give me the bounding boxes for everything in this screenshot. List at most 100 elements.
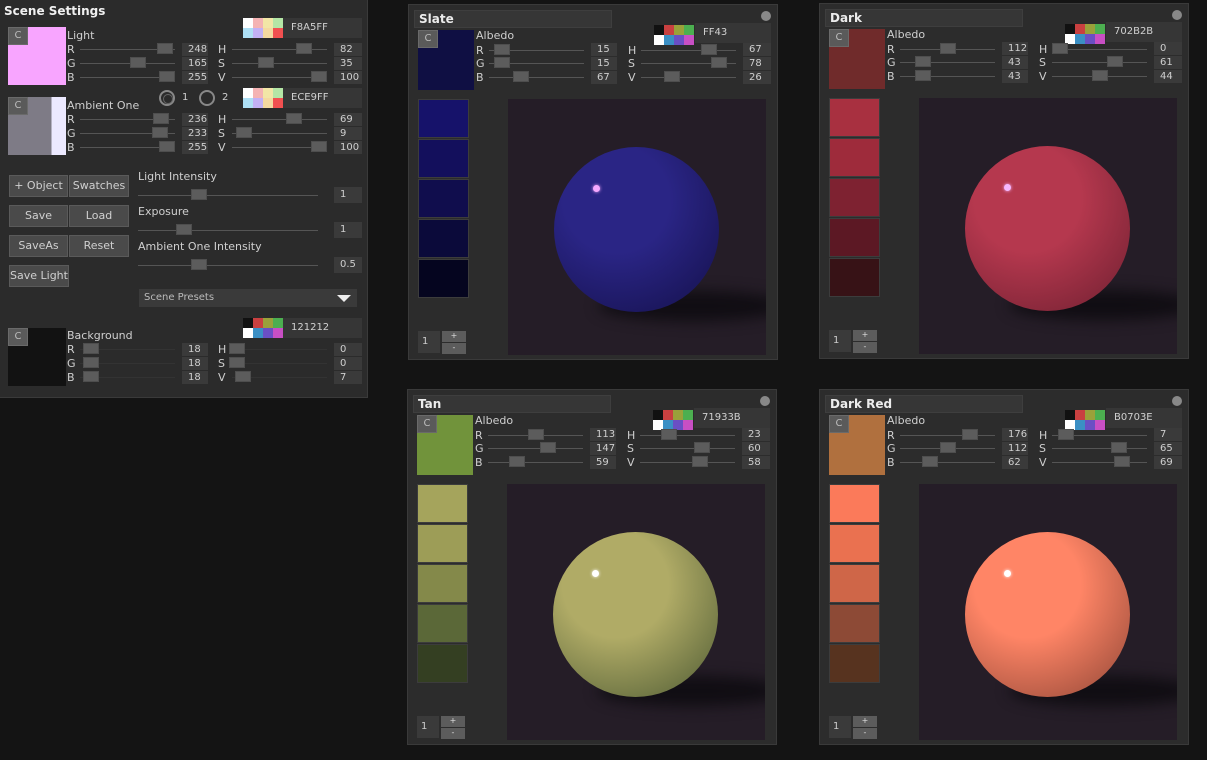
- albedo-h-slider[interactable]: [640, 435, 735, 436]
- albedo-palette-icon[interactable]: [654, 25, 694, 45]
- material-preview-viewport[interactable]: [919, 98, 1177, 354]
- ambient-h-value[interactable]: 69: [334, 113, 362, 126]
- ambient-b-value[interactable]: 255: [182, 141, 208, 154]
- add-object-button[interactable]: + Object: [9, 175, 68, 197]
- albedo-b-value[interactable]: 59: [590, 456, 616, 469]
- light-position-handle[interactable]: [1004, 570, 1011, 577]
- albedo-g-thumb[interactable]: [494, 57, 510, 68]
- ambient-color-swatch[interactable]: C: [8, 97, 66, 155]
- background-s-slider[interactable]: [232, 363, 327, 364]
- light-b-thumb[interactable]: [159, 71, 175, 82]
- shade-swatch[interactable]: [417, 604, 468, 643]
- albedo-s-value[interactable]: 78: [743, 57, 771, 70]
- albedo-copy-button[interactable]: C: [418, 30, 438, 48]
- ambient-v-thumb[interactable]: [311, 141, 327, 152]
- light-b-value[interactable]: 255: [182, 71, 208, 84]
- light-position-handle[interactable]: [592, 570, 599, 577]
- albedo-s-thumb[interactable]: [711, 57, 727, 68]
- albedo-b-thumb[interactable]: [915, 70, 931, 81]
- albedo-g-thumb[interactable]: [540, 442, 556, 453]
- shade-swatch[interactable]: [418, 99, 469, 138]
- albedo-s-value[interactable]: 61: [1154, 56, 1182, 69]
- albedo-r-thumb[interactable]: [962, 429, 978, 440]
- shade-swatch[interactable]: [829, 138, 880, 177]
- albedo-v-value[interactable]: 44: [1154, 70, 1182, 83]
- ambient-radio-2[interactable]: [199, 90, 215, 106]
- shade-swatch[interactable]: [417, 564, 468, 603]
- shade-swatch[interactable]: [417, 524, 468, 563]
- albedo-h-thumb[interactable]: [701, 44, 717, 55]
- albedo-b-thumb[interactable]: [922, 456, 938, 467]
- instance-count-field[interactable]: 1: [829, 716, 851, 738]
- albedo-g-thumb[interactable]: [940, 442, 956, 453]
- albedo-v-value[interactable]: 69: [1154, 456, 1182, 469]
- albedo-hex-field[interactable]: 702B2B: [1106, 22, 1182, 42]
- albedo-s-thumb[interactable]: [694, 442, 710, 453]
- light-position-handle[interactable]: [593, 185, 600, 192]
- light-hex-field[interactable]: F8A5FF: [283, 18, 362, 38]
- shade-swatch[interactable]: [417, 484, 468, 523]
- albedo-r-value[interactable]: 15: [591, 43, 617, 56]
- albedo-h-value[interactable]: 67: [743, 43, 771, 56]
- albedo-copy-button[interactable]: C: [829, 415, 849, 433]
- light-s-value[interactable]: 35: [334, 57, 362, 70]
- light-color-swatch[interactable]: C: [8, 27, 66, 85]
- albedo-palette-icon[interactable]: [1065, 410, 1105, 430]
- albedo-palette-icon[interactable]: [1065, 24, 1105, 44]
- instance-count-field[interactable]: 1: [829, 330, 851, 352]
- exposure-thumb[interactable]: [176, 224, 192, 235]
- ambient-palette-icon[interactable]: [243, 88, 283, 108]
- albedo-palette-icon[interactable]: [653, 410, 693, 430]
- increment-button[interactable]: +: [441, 716, 465, 727]
- albedo-color-swatch[interactable]: C: [829, 29, 885, 89]
- increment-button[interactable]: +: [853, 330, 877, 341]
- material-preview-viewport[interactable]: [508, 99, 766, 355]
- albedo-v-thumb[interactable]: [1092, 70, 1108, 81]
- light-h-value[interactable]: 82: [334, 43, 362, 56]
- decrement-button[interactable]: -: [853, 342, 877, 353]
- albedo-hex-field[interactable]: FF43: [695, 23, 771, 43]
- ambient-b-thumb[interactable]: [159, 141, 175, 152]
- shade-swatch[interactable]: [829, 258, 880, 297]
- light-s-thumb[interactable]: [258, 57, 274, 68]
- save-button[interactable]: Save: [9, 205, 68, 227]
- material-toggle-dot[interactable]: [1172, 10, 1182, 20]
- albedo-b-thumb[interactable]: [513, 71, 529, 82]
- material-toggle-dot[interactable]: [760, 396, 770, 406]
- ambient-g-value[interactable]: 233: [182, 127, 208, 140]
- light-intensity-thumb[interactable]: [191, 189, 207, 200]
- swatches-button[interactable]: Swatches: [69, 175, 129, 197]
- albedo-v-value[interactable]: 58: [742, 456, 770, 469]
- ambient-r-value[interactable]: 236: [182, 113, 208, 126]
- albedo-color-swatch[interactable]: C: [418, 30, 474, 90]
- albedo-h-thumb[interactable]: [1058, 429, 1074, 440]
- shade-swatch[interactable]: [829, 604, 880, 643]
- shade-swatch[interactable]: [829, 98, 880, 137]
- material-name[interactable]: Tan: [413, 395, 611, 413]
- save-as-button[interactable]: SaveAs: [9, 235, 68, 257]
- material-toggle-dot[interactable]: [1172, 396, 1182, 406]
- background-s-thumb[interactable]: [229, 357, 245, 368]
- albedo-h-value[interactable]: 7: [1154, 428, 1182, 441]
- albedo-v-slider[interactable]: [1052, 462, 1147, 463]
- ambient-s-thumb[interactable]: [236, 127, 252, 138]
- decrement-button[interactable]: -: [853, 728, 877, 739]
- decrement-button[interactable]: -: [441, 728, 465, 739]
- albedo-b-thumb[interactable]: [509, 456, 525, 467]
- albedo-s-slider[interactable]: [1052, 62, 1147, 63]
- albedo-color-swatch[interactable]: C: [417, 415, 473, 475]
- scene-presets-dropdown[interactable]: Scene Presets: [139, 289, 357, 307]
- light-intensity-value[interactable]: 1: [334, 187, 362, 203]
- albedo-h-thumb[interactable]: [1052, 43, 1068, 54]
- background-h-value[interactable]: 0: [334, 343, 362, 356]
- reset-button[interactable]: Reset: [69, 235, 129, 257]
- background-v-value[interactable]: 7: [334, 371, 362, 384]
- albedo-h-thumb[interactable]: [661, 429, 677, 440]
- albedo-s-thumb[interactable]: [1107, 56, 1123, 67]
- albedo-g-thumb[interactable]: [915, 56, 931, 67]
- albedo-g-value[interactable]: 43: [1002, 56, 1028, 69]
- albedo-v-slider[interactable]: [640, 462, 735, 463]
- light-position-handle[interactable]: [1004, 184, 1011, 191]
- albedo-s-value[interactable]: 60: [742, 442, 770, 455]
- material-preview-viewport[interactable]: [507, 484, 765, 740]
